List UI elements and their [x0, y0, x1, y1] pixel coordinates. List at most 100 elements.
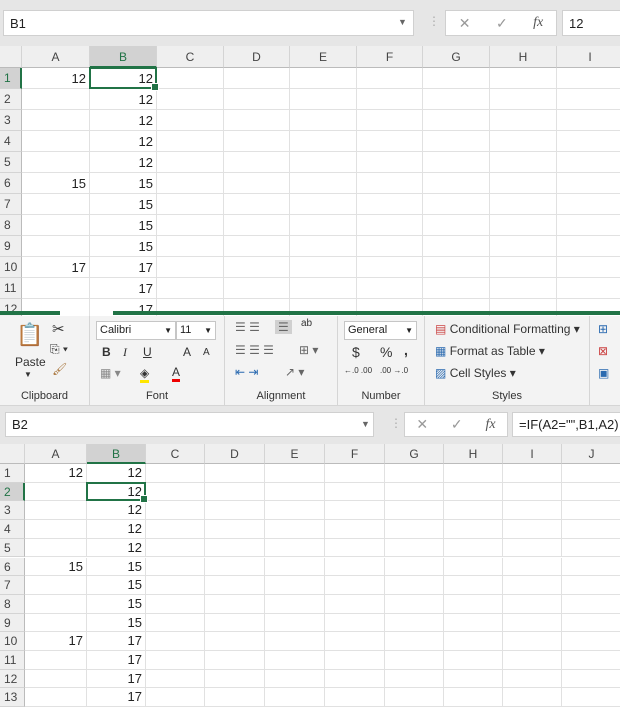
cell-a12[interactable] — [25, 669, 87, 689]
name-box[interactable]: B2 — [5, 412, 374, 437]
cell-d1[interactable] — [205, 464, 265, 483]
cell-f11[interactable] — [357, 278, 423, 299]
cell-h6[interactable] — [490, 173, 557, 194]
font-name-select[interactable]: Calibri ▼ — [96, 321, 176, 340]
cell-f9[interactable] — [325, 613, 385, 633]
comma-button[interactable]: , — [404, 342, 408, 358]
cell-d6[interactable] — [224, 173, 290, 194]
row-header[interactable]: 2 — [0, 89, 22, 110]
cell-j5[interactable] — [562, 539, 620, 558]
conditional-formatting-button[interactable]: ▤ Conditional Formatting ▾ — [435, 322, 580, 336]
cell-h7[interactable] — [444, 576, 503, 595]
cell-c10[interactable] — [146, 632, 205, 651]
cell-h4[interactable] — [490, 131, 557, 152]
cell-g1[interactable] — [423, 68, 490, 89]
cell-h13[interactable] — [444, 688, 503, 707]
cell-e8[interactable] — [290, 215, 357, 236]
cell-b3[interactable]: 12 — [90, 110, 157, 131]
cell-i10[interactable] — [503, 632, 562, 651]
bold-button[interactable]: B — [102, 345, 111, 359]
cell-a5[interactable] — [22, 152, 90, 173]
row-header[interactable]: 4 — [0, 520, 25, 539]
cell-c6[interactable] — [157, 173, 224, 194]
cell-i3[interactable] — [557, 110, 620, 131]
currency-button[interactable]: $ — [352, 344, 360, 360]
shrink-font-button[interactable]: A — [203, 347, 210, 358]
cell-i6[interactable] — [557, 173, 620, 194]
cell-c1[interactable] — [157, 68, 224, 89]
cell-e11[interactable] — [290, 278, 357, 299]
cell-e7[interactable] — [290, 194, 357, 215]
cell-a9[interactable] — [25, 613, 87, 633]
row-header[interactable]: 11 — [0, 278, 22, 299]
cell-j1[interactable] — [562, 464, 620, 483]
cell-b4[interactable]: 12 — [90, 131, 157, 152]
cell-b7[interactable]: 15 — [87, 576, 146, 595]
cell-d6[interactable] — [205, 557, 265, 577]
cell-c7[interactable] — [146, 576, 205, 595]
cell-g4[interactable] — [385, 520, 444, 539]
row-header[interactable]: 7 — [0, 576, 25, 595]
cell-g3[interactable] — [423, 110, 490, 131]
column-header-c[interactable]: C — [146, 444, 205, 464]
column-header-e[interactable]: E — [290, 46, 357, 68]
borders-icon[interactable]: ▦ ▾ — [100, 366, 121, 380]
cell-j8[interactable] — [562, 595, 620, 614]
fx-icon[interactable]: fx — [485, 417, 495, 433]
cell-h12[interactable] — [444, 669, 503, 689]
row-header[interactable]: 5 — [0, 538, 25, 558]
row-header[interactable]: 7 — [0, 194, 22, 215]
cell-i13[interactable] — [503, 688, 562, 707]
format-icon[interactable]: ▣ — [598, 366, 609, 380]
cell-i7[interactable] — [503, 576, 562, 595]
font-size-select[interactable]: 11 ▼ — [176, 321, 216, 340]
cell-i12[interactable] — [503, 669, 562, 689]
cell-c6[interactable] — [146, 557, 205, 577]
cell-g8[interactable] — [385, 594, 444, 614]
cell-h5[interactable] — [444, 538, 503, 558]
cell-h7[interactable] — [490, 194, 557, 215]
cell-h5[interactable] — [490, 152, 557, 173]
cell-f8[interactable] — [357, 215, 423, 236]
cell-e5[interactable] — [290, 152, 357, 173]
cancel-icon[interactable]: ✕ — [416, 416, 428, 433]
cell-g9[interactable] — [423, 236, 490, 257]
chevron-down-icon[interactable]: ▼ — [361, 419, 370, 429]
cell-g13[interactable] — [385, 688, 444, 707]
cancel-icon[interactable]: ✕ — [459, 15, 471, 32]
cell-f10[interactable] — [357, 257, 423, 278]
cell-e12[interactable] — [265, 669, 325, 689]
cell-b12[interactable]: 17 — [87, 669, 146, 689]
cell-i8[interactable] — [503, 594, 562, 614]
select-all-corner[interactable] — [0, 444, 25, 464]
cell-e6[interactable] — [265, 557, 325, 577]
cell-f10[interactable] — [325, 632, 385, 651]
cell-j9[interactable] — [562, 614, 620, 633]
cell-h10[interactable] — [490, 257, 557, 278]
formula-input[interactable]: =IF(A2="",B1,A2) — [512, 412, 620, 437]
cell-e11[interactable] — [265, 651, 325, 670]
cell-c1[interactable] — [146, 464, 205, 483]
cell-g2[interactable] — [385, 482, 444, 502]
column-header-c[interactable]: C — [157, 46, 224, 68]
cell-i5[interactable] — [503, 538, 562, 558]
italic-button[interactable]: I — [123, 345, 127, 360]
cell-a8[interactable] — [22, 215, 90, 236]
row-header[interactable]: 10 — [0, 257, 22, 278]
cell-g1[interactable] — [385, 464, 444, 483]
cell-h3[interactable] — [444, 501, 503, 521]
cell-g6[interactable] — [385, 557, 444, 577]
cell-e5[interactable] — [265, 538, 325, 558]
cell-h3[interactable] — [490, 110, 557, 131]
cell-a4[interactable] — [22, 131, 90, 152]
cell-b2[interactable]: 12 — [87, 482, 146, 502]
row-header[interactable]: 8 — [0, 594, 25, 614]
align-top-icon[interactable]: ☰ ☰ — [235, 320, 260, 334]
cell-b6[interactable]: 15 — [87, 557, 146, 577]
cell-b11[interactable]: 17 — [87, 651, 146, 670]
cell-b5[interactable]: 12 — [90, 152, 157, 173]
cell-a9[interactable] — [22, 236, 90, 257]
cell-b11[interactable]: 17 — [90, 278, 157, 299]
row-header[interactable]: 9 — [0, 236, 22, 257]
wrap-text-icon[interactable]: ab — [301, 318, 312, 329]
